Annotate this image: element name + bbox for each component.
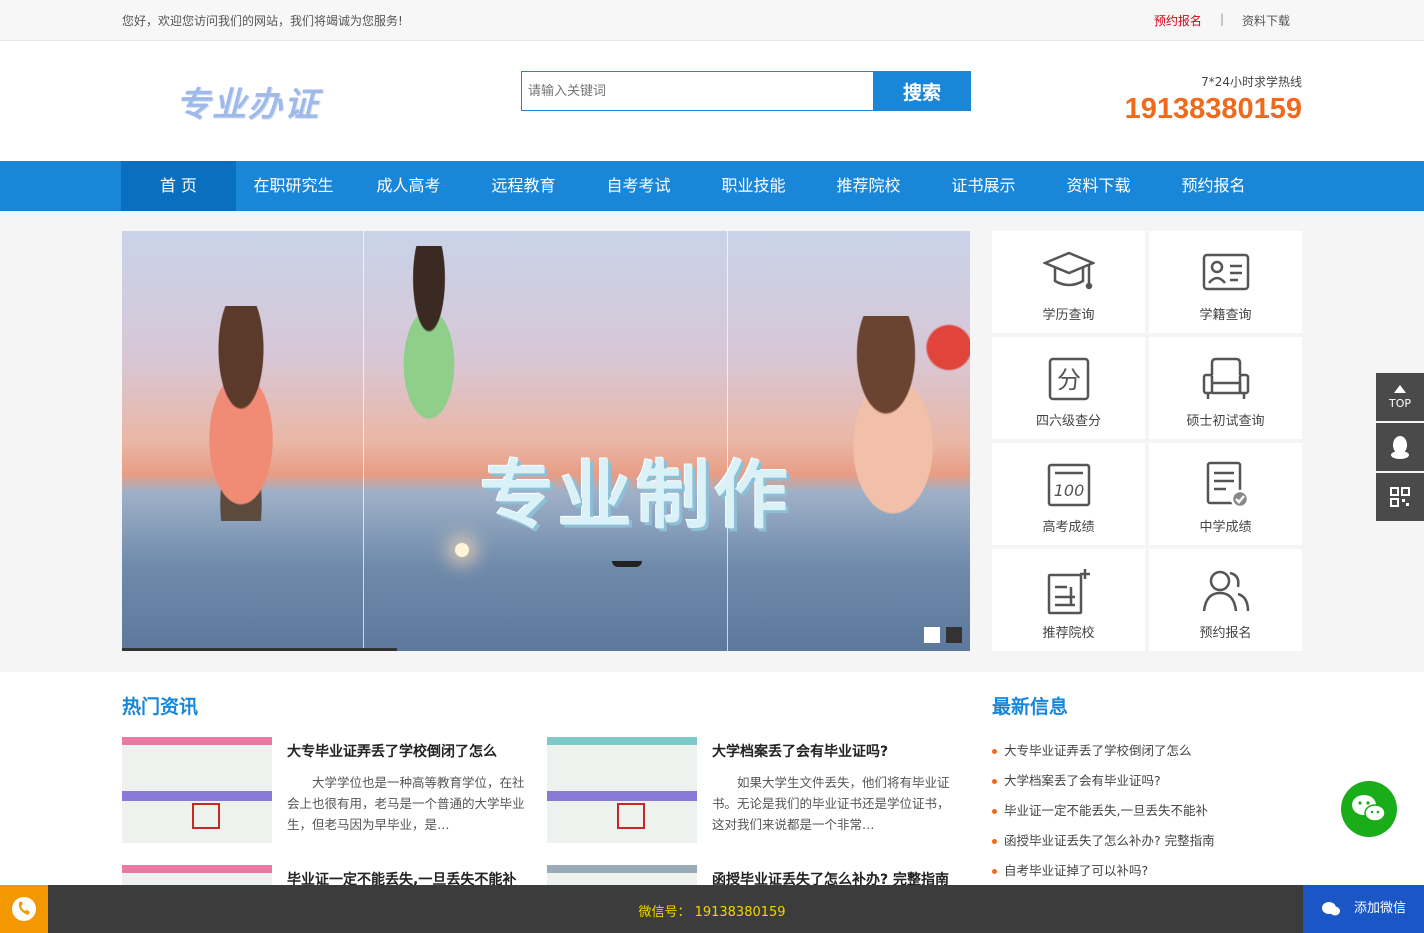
graduation-cap-icon	[1042, 251, 1095, 290]
svg-text:100: 100	[1053, 481, 1084, 500]
banner-dot-1[interactable]	[924, 627, 940, 643]
news-item[interactable]: 大学档案丢了会有毕业证吗? 如果大学生文件丢失，他们将有毕业证书。无论是我们的毕…	[547, 737, 957, 847]
hotline-number: 19138380159	[1124, 93, 1302, 125]
add-wechat-label: 添加微信	[1353, 901, 1406, 916]
nav-item-schools[interactable]: 推荐院校	[811, 161, 926, 211]
nav-item-signup[interactable]: 预约报名	[1156, 161, 1271, 211]
nav-item-downloads[interactable]: 资料下载	[1041, 161, 1156, 211]
quick-link-label: 四六级查分	[1035, 414, 1101, 429]
qq-penguin-icon	[1391, 436, 1409, 459]
score-100-icon: 100	[1047, 463, 1090, 507]
main-nav: 首 页 在职研究生 成人高考 远程教育 自考考试 职业技能 推荐院校 证书展示 …	[0, 161, 1424, 211]
latest-item[interactable]: 大专毕业证弄丢了学校倒闭了怎么	[992, 742, 1215, 772]
news-title[interactable]: 大学档案丢了会有毕业证吗?	[712, 741, 888, 761]
quick-link-recommend-school[interactable]: 推荐院校	[992, 549, 1145, 651]
content-section: 热门资讯 最新信息 大专毕业证弄丢了学校倒闭了怎么 大学学位也是一种高等教育学位…	[0, 672, 1424, 933]
armchair-icon	[1202, 357, 1249, 399]
wechat-icon	[1322, 902, 1340, 916]
users-icon	[1202, 570, 1249, 612]
wechat-icon	[1352, 795, 1386, 822]
side-toolbar: TOP	[1376, 373, 1424, 523]
download-link[interactable]: 资料下载	[1242, 12, 1290, 29]
news-description: 如果大学生文件丢失，他们将有毕业证书。无论是我们的毕业证书还是学位证书，这对我们…	[712, 775, 950, 832]
latest-item[interactable]: 函授毕业证丢失了怎么补办? 完整指南	[992, 832, 1215, 862]
arrow-up-icon	[1394, 385, 1406, 393]
banner-dot-2[interactable]	[946, 627, 962, 643]
news-thumbnail[interactable]	[547, 737, 697, 843]
banner-dots	[924, 627, 962, 643]
top-links: 预约报名 | 资料下载	[1154, 12, 1290, 29]
nav-item-self-exam[interactable]: 自考考试	[581, 161, 696, 211]
quick-link-label: 学籍查询	[1199, 308, 1252, 323]
news-thumbnail[interactable]	[122, 737, 272, 843]
latest-list: 大专毕业证弄丢了学校倒闭了怎么 大学档案丢了会有毕业证吗? 毕业证一定不能丢失,…	[992, 742, 1215, 892]
quick-link-label: 硕士初试查询	[1186, 414, 1265, 429]
quick-link-label: 预约报名	[1199, 626, 1252, 641]
checklist-icon	[1206, 461, 1249, 509]
hotline-label: 7*24小时求学热线	[1201, 75, 1302, 89]
banner-divider-1	[363, 231, 364, 651]
welcome-text: 您好，欢迎您访问我们的网站，我们将竭诚为您服务!	[122, 14, 403, 28]
qq-button[interactable]	[1376, 423, 1424, 471]
nav-item-certificates[interactable]: 证书展示	[926, 161, 1041, 211]
banner-boat	[612, 561, 642, 567]
score-fen-icon: 分	[1048, 357, 1089, 401]
nav-item-vocational[interactable]: 职业技能	[696, 161, 811, 211]
svg-text:分: 分	[1057, 366, 1081, 394]
quick-link-gaokao-score[interactable]: 100 高考成绩	[992, 443, 1145, 545]
top-label: TOP	[1388, 397, 1411, 410]
banner-illustration-right	[830, 316, 970, 526]
wechat-float-button[interactable]	[1341, 781, 1397, 837]
quick-link-label: 推荐院校	[1042, 626, 1095, 641]
quick-link-label: 高考成绩	[1042, 520, 1095, 535]
banner-illustration-middle	[384, 246, 484, 461]
latest-item[interactable]: 大学档案丢了会有毕业证吗?	[992, 772, 1215, 802]
banner-title: 专业制作	[480, 453, 792, 539]
search-bar: 搜索	[521, 71, 971, 111]
qrcode-icon	[1390, 487, 1410, 507]
add-document-icon	[1047, 569, 1090, 615]
banner-progress	[122, 648, 397, 651]
site-logo[interactable]: 专业办证	[176, 77, 320, 126]
add-wechat-button[interactable]: 添加微信	[1303, 885, 1424, 933]
footer-wechat-id: 微信号： 19138380159	[638, 905, 786, 920]
link-separator: |	[1219, 12, 1224, 26]
quick-link-enrollment-query[interactable]: 学籍查询	[1149, 231, 1302, 333]
signup-link[interactable]: 预约报名	[1154, 12, 1202, 29]
quick-link-cet-score[interactable]: 分 四六级查分	[992, 337, 1145, 439]
hot-news-title: 热门资讯	[122, 696, 199, 718]
id-card-icon	[1202, 253, 1249, 291]
header: 专业办证 搜索 7*24小时求学热线 19138380159	[0, 41, 1424, 161]
qrcode-button[interactable]	[1376, 473, 1424, 521]
quick-link-middle-school-score[interactable]: 中学成绩	[1149, 443, 1302, 545]
top-bar: 您好，欢迎您访问我们的网站，我们将竭诚为您服务! 预约报名 | 资料下载	[0, 0, 1424, 41]
nav-item-postgraduate[interactable]: 在职研究生	[236, 161, 351, 211]
quick-link-master-exam[interactable]: 硕士初试查询	[1149, 337, 1302, 439]
quick-link-degree-query[interactable]: 学历查询	[992, 231, 1145, 333]
news-description: 大学学位也是一种高等教育学位，在社会上也很有用，老马是一个普通的大学毕业生，但老…	[287, 775, 525, 832]
footer-bar: 微信号： 19138380159 添加微信	[0, 885, 1424, 933]
quick-link-signup[interactable]: 预约报名	[1149, 549, 1302, 651]
search-input[interactable]	[521, 71, 873, 111]
quick-link-label: 中学成绩	[1199, 520, 1252, 535]
quick-link-label: 学历查询	[1042, 308, 1095, 323]
nav-item-home[interactable]: 首 页	[121, 161, 236, 211]
latest-title: 最新信息	[992, 696, 1069, 718]
quick-links-grid: 学历查询 学籍查询 分 四六级查分 硕士初试查询 100 高考成绩 中学成绩 推…	[992, 231, 1302, 651]
nav-item-adult-exam[interactable]: 成人高考	[351, 161, 466, 211]
banner-area: 专业制作 学历查询 学籍查询 分 四六级查分 硕士初试查询 100 高考成绩 中…	[0, 211, 1424, 672]
back-to-top-button[interactable]: TOP	[1376, 373, 1424, 421]
search-button[interactable]: 搜索	[873, 71, 971, 111]
news-title[interactable]: 大专毕业证弄丢了学校倒闭了怎么	[287, 741, 497, 761]
latest-item[interactable]: 毕业证一定不能丢失,一旦丢失不能补	[992, 802, 1215, 832]
banner-slider[interactable]: 专业制作	[122, 231, 970, 651]
banner-sun	[455, 543, 469, 557]
news-item[interactable]: 大专毕业证弄丢了学校倒闭了怎么 大学学位也是一种高等教育学位，在社会上也很有用，…	[122, 737, 532, 847]
banner-illustration-left	[176, 306, 306, 521]
nav-item-distance-edu[interactable]: 远程教育	[466, 161, 581, 211]
